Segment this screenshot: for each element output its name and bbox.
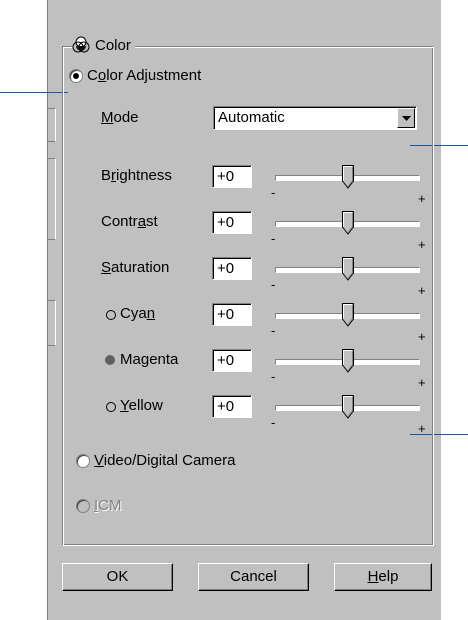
hollow-dot-icon (106, 402, 116, 412)
icm-label: ICM (94, 497, 122, 514)
video-digital-camera-label[interactable]: Video/Digital Camera (94, 451, 235, 471)
color-adjustment-radio[interactable] (69, 69, 83, 83)
slider-thumb[interactable] (341, 165, 354, 189)
slider-min-tick: - (271, 185, 276, 200)
color-group-legend: Color (72, 33, 135, 57)
slider-thumb[interactable] (341, 303, 354, 327)
help-button[interactable]: Help (334, 563, 432, 591)
slider-min-tick: - (271, 277, 276, 292)
color-circles-icon (72, 36, 90, 53)
mode-select-value: Automatic (218, 109, 285, 126)
slider-thumb[interactable] (341, 211, 354, 235)
slider-max-tick: + (418, 191, 426, 206)
icm-radio (76, 499, 90, 513)
slider-thumb[interactable] (341, 395, 354, 419)
slider-value-field[interactable]: +0 (212, 257, 252, 280)
mode-select[interactable]: Automatic (213, 106, 417, 130)
slider-max-tick: + (418, 375, 426, 390)
slider-thumb[interactable] (341, 349, 354, 373)
cancel-button[interactable]: Cancel (198, 563, 309, 591)
slider-min-tick: - (271, 231, 276, 246)
slider-min-tick: - (271, 369, 276, 384)
slider-label: Magenta (120, 351, 179, 368)
slider-label: Saturation (101, 259, 170, 276)
slider-max-tick: + (418, 421, 426, 436)
tab-fragment (47, 108, 56, 142)
filled-dot-icon (105, 355, 115, 365)
slider-min-tick: - (271, 415, 276, 430)
hollow-dot-icon (106, 310, 116, 320)
slider-value-field[interactable]: +0 (212, 303, 252, 326)
slider-max-tick: + (418, 329, 426, 344)
ok-button[interactable]: OK (62, 563, 173, 591)
slider-max-tick: + (418, 283, 426, 298)
slider-max-tick: + (418, 237, 426, 252)
tab-fragment (47, 158, 56, 240)
slider-value-field[interactable]: +0 (212, 395, 252, 418)
slider-value-field[interactable]: +0 (212, 349, 252, 372)
chevron-down-icon (402, 116, 411, 121)
slider-thumb[interactable] (341, 257, 354, 281)
mode-label: Mode (101, 109, 139, 126)
slider-label: Yellow (120, 397, 163, 414)
slider-value-field[interactable]: +0 (212, 165, 252, 188)
callout-line-color-adjustment (0, 92, 68, 93)
color-group-title: Color (95, 36, 131, 54)
video-digital-camera-radio[interactable] (76, 454, 90, 468)
slider-label: Cyan (120, 305, 156, 322)
color-adjustment-label[interactable]: Color Adjustment (87, 66, 201, 86)
slider-min-tick: - (271, 323, 276, 338)
dropdown-button[interactable] (397, 108, 415, 128)
slider-value-field[interactable]: +0 (212, 211, 252, 234)
slider-label: Brightness (101, 167, 172, 184)
tab-fragment (47, 300, 56, 346)
slider-label: Contrast (101, 213, 158, 230)
